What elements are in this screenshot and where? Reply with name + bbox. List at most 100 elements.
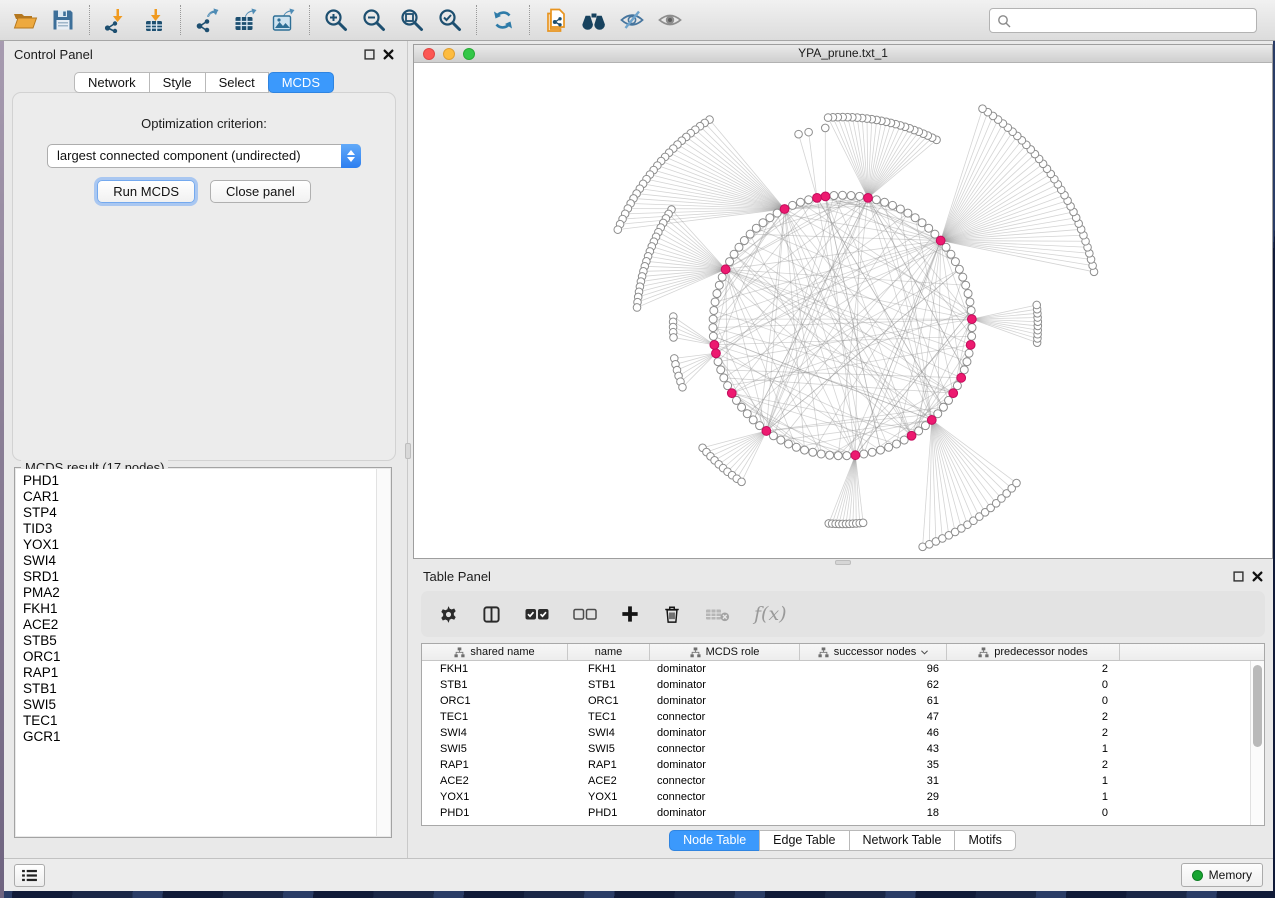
mcds-result-item[interactable]: TEC1: [23, 713, 376, 729]
zoom-window-button[interactable]: [463, 48, 475, 60]
splitter-grip[interactable]: [405, 443, 411, 459]
save-session-icon[interactable]: [48, 5, 78, 35]
table-cell: dominator: [650, 725, 800, 741]
column-header-predecessor-nodes[interactable]: predecessor nodes: [947, 644, 1120, 660]
table-row[interactable]: SWI5SWI5connector431: [422, 741, 1264, 757]
eye-icon[interactable]: [655, 5, 685, 35]
mcds-result-item[interactable]: STB1: [23, 681, 376, 697]
task-history-button[interactable]: [14, 864, 45, 887]
mcds-result-item[interactable]: TID3: [23, 521, 376, 537]
network-and-table-area: YPA_prune.txt_1 Table Panel: [413, 41, 1273, 858]
tab-node-table[interactable]: Node Table: [669, 830, 760, 851]
mcds-result-item[interactable]: STB5: [23, 633, 376, 649]
tab-network[interactable]: Network: [74, 72, 150, 93]
export-image-icon[interactable]: [268, 5, 298, 35]
open-session-icon[interactable]: [10, 5, 40, 35]
network-graph[interactable]: [414, 63, 1272, 558]
column-header-shared-name[interactable]: shared name: [422, 644, 568, 660]
table-row[interactable]: YOX1YOX1connector291: [422, 789, 1264, 805]
network-window-titlebar[interactable]: YPA_prune.txt_1: [414, 45, 1272, 63]
mcds-result-item[interactable]: PMA2: [23, 585, 376, 601]
eye-slash-icon[interactable]: [617, 5, 647, 35]
table-row[interactable]: STB1STB1dominator620: [422, 677, 1264, 693]
network-window-title: YPA_prune.txt_1: [798, 46, 888, 60]
column-header-mcds-role[interactable]: MCDS role: [650, 644, 800, 660]
network-canvas[interactable]: [414, 63, 1272, 558]
table-cell: 46: [800, 725, 947, 741]
table-scrollbar[interactable]: [1250, 661, 1264, 825]
search-input[interactable]: [989, 8, 1257, 33]
zoom-out-icon[interactable]: [359, 5, 389, 35]
clear-checkboxes-icon[interactable]: [573, 608, 597, 621]
close-panel-icon[interactable]: [1252, 571, 1263, 582]
main-area: Control Panel Network Style Select MCDS …: [4, 41, 1273, 858]
mcds-result-item[interactable]: YOX1: [23, 537, 376, 553]
float-panel-icon[interactable]: [364, 49, 375, 60]
export-network-icon[interactable]: [192, 5, 222, 35]
mcds-result-item[interactable]: CAR1: [23, 489, 376, 505]
export-table-icon[interactable]: [230, 5, 260, 35]
table-tabs: Node Table Edge Table Network Table Moti…: [413, 830, 1273, 851]
add-column-icon[interactable]: [621, 605, 639, 623]
close-panel-icon[interactable]: [383, 49, 394, 60]
select-all-checkboxes-icon[interactable]: [525, 608, 549, 621]
chevron-down-icon[interactable]: [921, 650, 928, 655]
tab-style[interactable]: Style: [149, 72, 206, 93]
zoom-in-icon[interactable]: [321, 5, 351, 35]
show-columns-icon[interactable]: [482, 605, 501, 624]
table-row[interactable]: ORC1ORC1dominator610: [422, 693, 1264, 709]
table-row[interactable]: RAP1RAP1dominator352: [422, 757, 1264, 773]
zoom-selected-icon[interactable]: [435, 5, 465, 35]
mcds-result-item[interactable]: SWI4: [23, 553, 376, 569]
tab-select[interactable]: Select: [205, 72, 269, 93]
criterion-select[interactable]: largest connected component (undirected): [47, 144, 361, 168]
tab-mcds[interactable]: MCDS: [268, 72, 334, 93]
mcds-result-item[interactable]: STP4: [23, 505, 376, 521]
table-row[interactable]: FKH1FKH1dominator962: [422, 661, 1264, 677]
import-table-icon[interactable]: [139, 5, 169, 35]
table-cell: SWI4: [422, 725, 568, 741]
tab-network-table[interactable]: Network Table: [849, 830, 956, 851]
column-header-name[interactable]: name: [568, 644, 650, 660]
mcds-result-item[interactable]: FKH1: [23, 601, 376, 617]
table-row[interactable]: SWI4SWI4dominator462: [422, 725, 1264, 741]
import-network-icon[interactable]: [101, 5, 131, 35]
tab-edge-table[interactable]: Edge Table: [759, 830, 849, 851]
function-builder-icon: f(x): [754, 603, 787, 625]
mcds-result-item[interactable]: ORC1: [23, 649, 376, 665]
table-row[interactable]: ACE2ACE2connector311: [422, 773, 1264, 789]
mcds-result-item[interactable]: SWI5: [23, 697, 376, 713]
mcds-result-item[interactable]: PHD1: [23, 473, 376, 489]
table-cell: YOX1: [422, 789, 568, 805]
tab-motifs[interactable]: Motifs: [954, 830, 1015, 851]
mcds-result-item[interactable]: RAP1: [23, 665, 376, 681]
node-table-body[interactable]: FKH1FKH1dominator962STB1STB1dominator620…: [422, 661, 1264, 821]
table-scrollbar-thumb[interactable]: [1253, 665, 1262, 747]
delete-table-disabled-icon: [705, 607, 730, 622]
mcds-result-item[interactable]: SRD1: [23, 569, 376, 585]
float-panel-icon[interactable]: [1233, 571, 1244, 582]
table-row[interactable]: TEC1TEC1connector472: [422, 709, 1264, 725]
run-mcds-button[interactable]: Run MCDS: [97, 180, 195, 203]
table-cell: STB1: [568, 677, 650, 693]
close-panel-button[interactable]: Close panel: [210, 180, 311, 203]
column-header-successor-nodes[interactable]: successor nodes: [800, 644, 947, 660]
mcds-result-list[interactable]: PHD1CAR1STP4TID3YOX1SWI4SRD1PMA2FKH1ACE2…: [16, 469, 376, 836]
memory-status-icon: [1192, 870, 1203, 881]
delete-column-icon[interactable]: [663, 604, 681, 624]
table-row[interactable]: PHD1PHD1dominator180: [422, 805, 1264, 821]
binoculars-icon[interactable]: [579, 5, 609, 35]
toolbar-separator: [180, 5, 181, 35]
clone-network-icon[interactable]: [541, 5, 571, 35]
zoom-fit-icon[interactable]: [397, 5, 427, 35]
mcds-result-item[interactable]: GCR1: [23, 729, 376, 745]
memory-button[interactable]: Memory: [1181, 863, 1263, 887]
vertical-splitter[interactable]: [404, 41, 413, 858]
minimize-window-button[interactable]: [443, 48, 455, 60]
mcds-result-item[interactable]: ACE2: [23, 617, 376, 633]
gear-icon[interactable]: [439, 605, 458, 624]
refresh-icon[interactable]: [488, 5, 518, 35]
sitemap-icon: [818, 647, 829, 658]
mcds-list-scrollbar[interactable]: [376, 469, 390, 836]
close-window-button[interactable]: [423, 48, 435, 60]
